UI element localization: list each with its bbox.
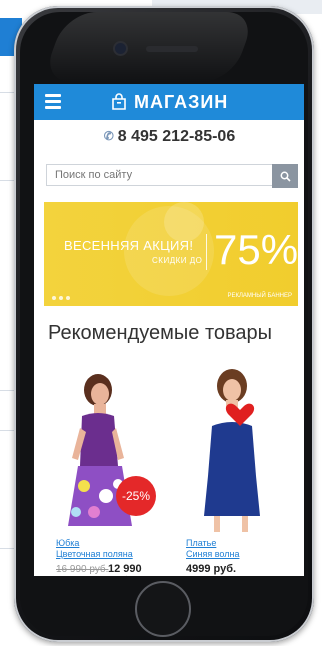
search-button[interactable] bbox=[272, 164, 298, 188]
banner-divider bbox=[206, 234, 207, 270]
product-name-link[interactable]: Синяя волна bbox=[186, 549, 239, 559]
search-input[interactable] bbox=[46, 164, 272, 186]
product-name-link[interactable]: Цветочная поляна bbox=[56, 549, 133, 559]
product-card[interactable]: Платье Синяя волна 4999 руб. bbox=[184, 366, 294, 576]
banner-subtitle: СКИДКИ ДО bbox=[152, 256, 203, 265]
carousel-dots[interactable] bbox=[52, 296, 73, 300]
carousel-dot[interactable] bbox=[66, 296, 70, 300]
banner-tag: РЕКЛАМНЫЙ БАННЕР bbox=[227, 293, 292, 299]
product-card[interactable]: -25% Юбка Цветочная поляна 16 990 руб. 1… bbox=[54, 366, 164, 576]
menu-icon[interactable] bbox=[45, 94, 61, 110]
carousel-dot[interactable] bbox=[52, 296, 56, 300]
banner-title: ВЕСЕННЯЯ АКЦИЯ! bbox=[64, 238, 194, 253]
promo-banner[interactable]: ВЕСЕННЯЯ АКЦИЯ! СКИДКИ ДО 75% РЕКЛАМНЫЙ … bbox=[44, 202, 298, 306]
banner-percent: 75% bbox=[214, 226, 298, 273]
speaker-grille bbox=[146, 46, 198, 52]
product-image[interactable] bbox=[184, 366, 294, 534]
logo-text: МАГАЗИН bbox=[134, 91, 229, 112]
home-button[interactable] bbox=[135, 581, 191, 637]
banner-background-figure bbox=[164, 202, 204, 242]
product-old-price: 16 990 руб. bbox=[56, 564, 109, 575]
front-camera-icon bbox=[115, 43, 126, 54]
sale-badge: -25% bbox=[116, 476, 156, 516]
phone-number: 8 495 212-85-06 bbox=[117, 128, 236, 145]
section-title: Рекомендуемые товары bbox=[48, 322, 273, 344]
carousel-dot[interactable] bbox=[59, 296, 63, 300]
search-bar bbox=[46, 164, 298, 188]
product-category-link[interactable]: Платье bbox=[186, 538, 216, 548]
site-header: МАГАЗИН bbox=[34, 84, 304, 120]
product-price: 12 990 руб. bbox=[108, 563, 142, 576]
contact-phone[interactable]: ✆ 8 495 212-85-06 bbox=[34, 128, 304, 146]
phone-screen: МАГАЗИН ✆8 495 212-85-06 ВЕСЕННЯЯ АКЦИЯ!… bbox=[34, 84, 304, 576]
product-price: 4999 руб. bbox=[186, 563, 237, 575]
search-icon bbox=[280, 171, 291, 182]
shopping-bag-icon bbox=[112, 93, 126, 110]
product-category-link[interactable]: Юбка bbox=[56, 538, 79, 548]
phone-icon: ✆ bbox=[103, 129, 114, 143]
site-logo[interactable]: МАГАЗИН bbox=[110, 90, 228, 114]
